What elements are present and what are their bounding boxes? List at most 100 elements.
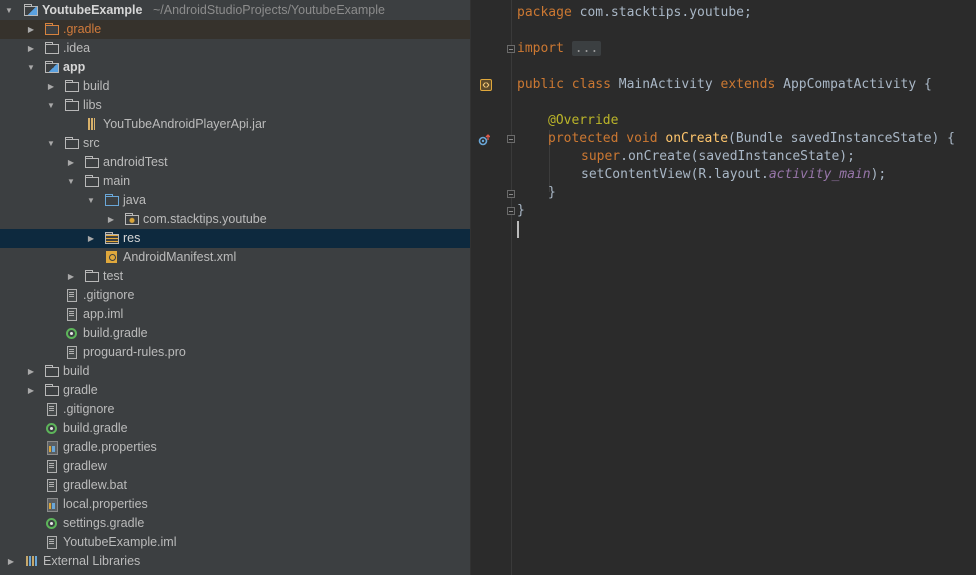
fold-toggle-icon[interactable] xyxy=(507,135,515,143)
chevron-right-icon[interactable]: ▶ xyxy=(26,362,36,381)
tree-row-gradlew[interactable]: gradlew xyxy=(0,457,470,476)
tree-item-label: res xyxy=(123,231,141,245)
chevron-right-icon[interactable]: ▶ xyxy=(26,39,36,58)
annotation-override: @Override xyxy=(548,113,619,128)
tree-item-label: gradle.properties xyxy=(63,440,157,454)
layout-field: activity_main xyxy=(768,167,871,182)
chevron-right-icon[interactable]: ▶ xyxy=(66,153,76,172)
keyword-super: super xyxy=(581,149,621,164)
fold-toggle-icon[interactable] xyxy=(507,45,515,53)
tree-row-gradle-dir[interactable]: ▶ .gradle xyxy=(0,20,470,39)
source-folder-icon xyxy=(105,194,119,207)
keyword-public-class: public class xyxy=(517,77,611,92)
tree-row-settings-gradle[interactable]: settings.gradle xyxy=(0,514,470,533)
tree-item-label: test xyxy=(103,269,124,283)
project-name: YoutubeExample xyxy=(42,3,143,17)
properties-icon xyxy=(45,498,59,512)
chevron-right-icon[interactable]: ▶ xyxy=(26,20,36,39)
tree-row-external-libraries[interactable]: ▶ External Libraries xyxy=(0,552,470,571)
tree-row-test[interactable]: ▶ test xyxy=(0,267,470,286)
folder-icon xyxy=(65,80,79,93)
tree-row-java[interactable]: ▼ java xyxy=(0,191,470,210)
tree-row-androidtest[interactable]: ▶ androidTest xyxy=(0,153,470,172)
tree-item-label: app.iml xyxy=(83,307,124,321)
folder-icon xyxy=(45,23,59,36)
tree-row-gradle[interactable]: ▶ gradle xyxy=(0,381,470,400)
chevron-down-icon[interactable]: ▼ xyxy=(4,1,14,20)
tree-row-idea[interactable]: ▶ .idea xyxy=(0,39,470,58)
text-caret xyxy=(517,221,519,238)
code-line-close-class: } xyxy=(517,202,525,220)
tree-row-app[interactable]: ▼ app xyxy=(0,58,470,77)
fold-toggle-icon[interactable] xyxy=(507,190,515,198)
keyword-package: package xyxy=(517,5,572,20)
tree-row-app-gitignore[interactable]: .gitignore xyxy=(0,286,470,305)
tree-item-label: java xyxy=(123,193,146,207)
tree-row-gradle-properties[interactable]: gradle.properties xyxy=(0,438,470,457)
super-call-args: .onCreate(savedInstanceState); xyxy=(620,149,855,164)
chevron-down-icon[interactable]: ▼ xyxy=(66,172,76,191)
file-icon xyxy=(45,479,59,492)
fold-toggle-icon[interactable] xyxy=(507,207,515,215)
project-tree-panel: ▼ YoutubeExample ~/AndroidStudioProjects… xyxy=(0,0,470,575)
chevron-down-icon[interactable]: ▼ xyxy=(86,191,96,210)
tree-row-project-iml[interactable]: YoutubeExample.iml xyxy=(0,533,470,552)
tree-item-label: .gitignore xyxy=(83,288,135,302)
folder-icon xyxy=(45,42,59,55)
tree-row-local-properties[interactable]: local.properties xyxy=(0,495,470,514)
tree-row-build-gradle[interactable]: build.gradle xyxy=(0,419,470,438)
code-editor[interactable]: package com.stacktips.youtube; import ..… xyxy=(473,0,976,575)
project-path: ~/AndroidStudioProjects/YoutubeExample xyxy=(153,3,385,17)
chevron-right-icon[interactable]: ▶ xyxy=(106,210,116,229)
tree-item-label: YouTubeAndroidPlayerApi.jar xyxy=(103,117,267,131)
android-activity-icon[interactable] xyxy=(480,79,492,91)
tree-row-app-build-gradle[interactable]: build.gradle xyxy=(0,324,470,343)
tree-row-proguard[interactable]: proguard-rules.pro xyxy=(0,343,470,362)
chevron-down-icon[interactable]: ▼ xyxy=(46,96,56,115)
code-line-method-decl: protected void onCreate(Bundle savedInst… xyxy=(548,130,955,148)
chevron-right-icon[interactable]: ▶ xyxy=(26,381,36,400)
chevron-right-icon[interactable]: ▶ xyxy=(46,77,56,96)
tree-row-jar[interactable]: YouTubeAndroidPlayerApi.jar xyxy=(0,115,470,134)
tree-row-src[interactable]: ▼ src xyxy=(0,134,470,153)
code-line-super-call: super.onCreate(savedInstanceState); xyxy=(581,148,855,166)
iml-file-icon xyxy=(45,536,59,549)
override-method-icon[interactable] xyxy=(478,134,490,146)
tree-row-manifest[interactable]: AndroidManifest.xml xyxy=(0,248,470,267)
set-content-call: setContentView(R.layout. xyxy=(581,167,769,182)
chevron-down-icon[interactable]: ▼ xyxy=(26,58,36,77)
tree-row-libs[interactable]: ▼ libs xyxy=(0,96,470,115)
gradle-icon xyxy=(46,518,57,529)
tree-row-build[interactable]: ▶ build xyxy=(0,362,470,381)
tree-item-label: build xyxy=(63,364,90,378)
iml-file-icon xyxy=(65,308,79,321)
chevron-down-icon[interactable]: ▼ xyxy=(46,134,56,153)
chevron-right-icon[interactable]: ▶ xyxy=(66,267,76,286)
folder-icon xyxy=(85,156,99,169)
folded-imports[interactable]: ... xyxy=(571,41,602,56)
tree-row-gradlew-bat[interactable]: gradlew.bat xyxy=(0,476,470,495)
tree-row-app-iml[interactable]: app.iml xyxy=(0,305,470,324)
tree-item-label: build.gradle xyxy=(63,421,128,435)
gradle-icon xyxy=(66,328,77,339)
keyword-protected-void: protected void xyxy=(548,131,658,146)
module-folder-icon xyxy=(24,4,38,17)
tree-item-label: YoutubeExample.iml xyxy=(63,535,177,549)
chevron-right-icon[interactable]: ▶ xyxy=(86,229,96,248)
chevron-right-icon[interactable]: ▶ xyxy=(6,552,16,571)
tree-item-label: build.gradle xyxy=(83,326,148,340)
tree-row-main[interactable]: ▼ main xyxy=(0,172,470,191)
tree-row-root[interactable]: ▼ YoutubeExample ~/AndroidStudioProjects… xyxy=(0,1,470,20)
tree-row-package[interactable]: ▶ com.stacktips.youtube xyxy=(0,210,470,229)
tree-row-gitignore[interactable]: .gitignore xyxy=(0,400,470,419)
tree-row-res[interactable]: ▶ res xyxy=(0,229,470,248)
jar-icon xyxy=(85,118,99,131)
library-icon xyxy=(25,555,39,568)
folder-icon xyxy=(45,365,59,378)
tree-item-label: main xyxy=(103,174,131,188)
class-name: MainActivity xyxy=(610,77,721,92)
tree-item-label: .idea xyxy=(63,41,91,55)
package-name: com.stacktips.youtube; xyxy=(571,5,752,20)
tree-row-app-build[interactable]: ▶ build xyxy=(0,77,470,96)
keyword-extends: extends xyxy=(720,77,776,92)
